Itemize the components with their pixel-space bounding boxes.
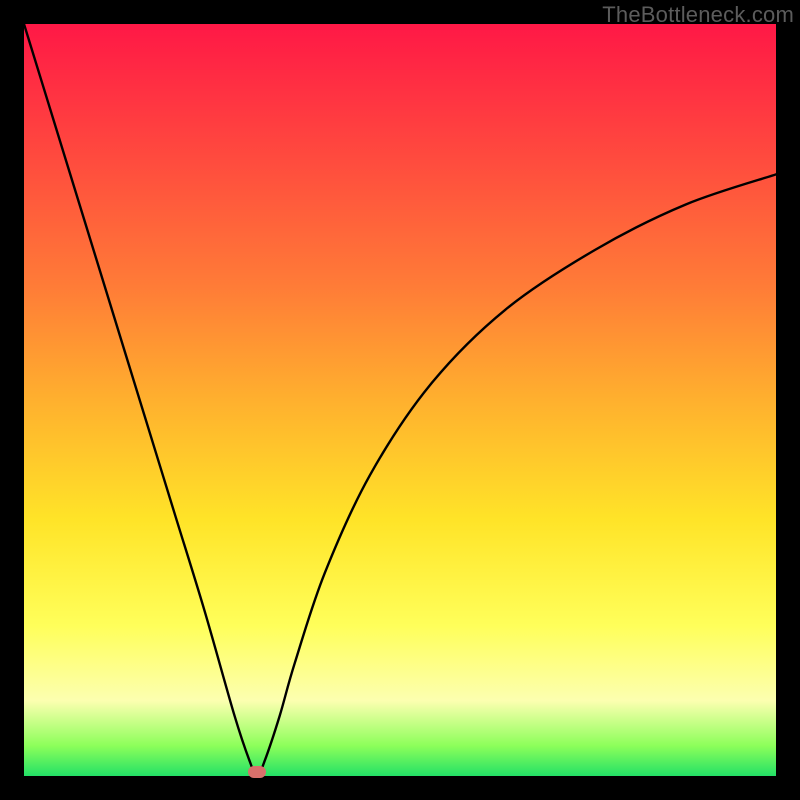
bottleneck-curve — [24, 24, 776, 776]
chart-frame: TheBottleneck.com — [0, 0, 800, 800]
optimal-marker — [248, 766, 266, 778]
plot-area — [24, 24, 776, 776]
